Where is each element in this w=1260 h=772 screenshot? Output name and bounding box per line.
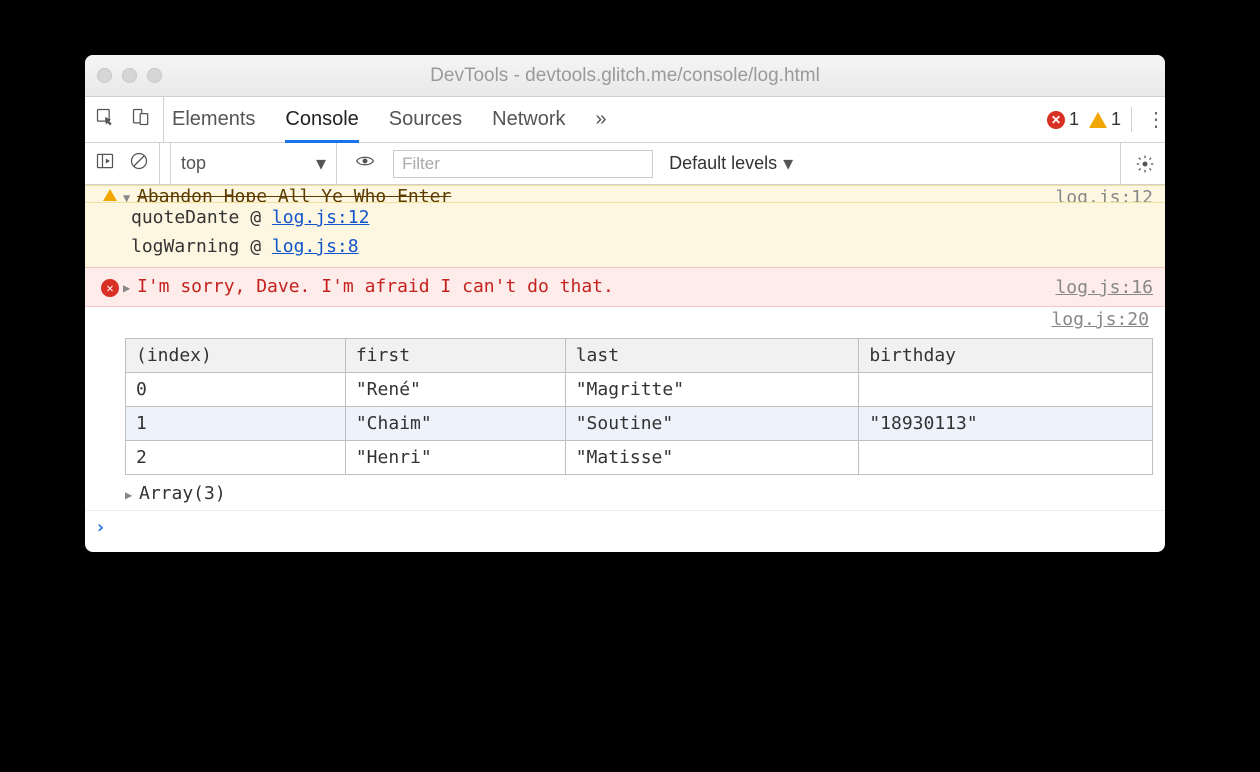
log-levels-label: Default levels <box>669 153 777 174</box>
stack-link[interactable]: log.js:8 <box>272 236 359 257</box>
table-row[interactable]: 2 "Henri" "Matisse" <box>126 441 1153 475</box>
table-header-row: (index) first last birthday <box>126 339 1153 373</box>
source-link[interactable]: log.js:16 <box>1055 276 1153 298</box>
console-toolbar: top ▾ Default levels ▾ <box>85 143 1165 185</box>
warning-icon <box>103 189 117 201</box>
disclosure-triangle-icon[interactable]: ▶ <box>123 281 137 295</box>
error-count-value: 1 <box>1069 109 1079 130</box>
stack-link[interactable]: log.js:12 <box>272 207 370 228</box>
zoom-window-button[interactable] <box>147 68 162 83</box>
execution-context-selector[interactable]: top ▾ <box>170 143 337 184</box>
tab-elements[interactable]: Elements <box>172 97 255 142</box>
log-levels-selector[interactable]: Default levels ▾ <box>669 151 793 176</box>
panel-tabs: Elements Console Sources Network » <box>172 97 607 142</box>
table-header-index[interactable]: (index) <box>126 339 346 373</box>
source-link[interactable]: log.js:20 <box>1051 309 1149 330</box>
window-title: DevTools - devtools.glitch.me/console/lo… <box>85 65 1165 87</box>
warning-icon <box>1089 112 1107 128</box>
disclosure-triangle-icon[interactable]: ▼ <box>123 191 137 203</box>
console-table: (index) first last birthday 0 "René" "Ma… <box>85 332 1165 479</box>
table-source-row: log.js:20 <box>85 307 1165 332</box>
console-warning-row[interactable]: ▼Abandon Hope All Ye Who Enter log.js:12 <box>85 185 1165 203</box>
console-messages: ▼Abandon Hope All Ye Who Enter log.js:12… <box>85 185 1165 552</box>
stack-frame: logWarning @ log.js:8 <box>131 232 1165 261</box>
console-settings-icon[interactable] <box>1120 143 1155 184</box>
stack-frame: quoteDante @ log.js:12 <box>131 203 1165 232</box>
context-label: top <box>181 153 206 174</box>
table-header-first[interactable]: first <box>345 339 565 373</box>
error-icon: ✕ <box>101 279 119 297</box>
warning-stack-trace: quoteDante @ log.js:12 logWarning @ log.… <box>85 203 1165 267</box>
table-row[interactable]: 1 "Chaim" "Soutine" "18930113" <box>126 407 1153 441</box>
live-expression-icon[interactable] <box>347 151 383 176</box>
array-summary[interactable]: ▶Array(3) <box>85 479 1165 510</box>
tab-sources[interactable]: Sources <box>389 97 462 142</box>
tab-console[interactable]: Console <box>285 97 358 142</box>
error-count[interactable]: ✕ 1 <box>1047 109 1079 130</box>
console-prompt[interactable]: › <box>85 510 1165 552</box>
toggle-sidebar-icon[interactable] <box>95 151 115 176</box>
warning-count[interactable]: 1 <box>1089 109 1121 130</box>
table-row[interactable]: 0 "René" "Magritte" <box>126 373 1153 407</box>
table-header-birthday[interactable]: birthday <box>859 339 1153 373</box>
device-toolbar-icon[interactable] <box>131 107 151 132</box>
tabs-overflow-button[interactable]: » <box>596 97 607 142</box>
inspect-element-icon[interactable] <box>95 107 115 132</box>
devtools-window: DevTools - devtools.glitch.me/console/lo… <box>85 55 1165 552</box>
window-titlebar: DevTools - devtools.glitch.me/console/lo… <box>85 55 1165 97</box>
more-options-button[interactable]: ⋮ <box>1131 107 1155 132</box>
console-error-row[interactable]: ✕ ▶I'm sorry, Dave. I'm afraid I can't d… <box>85 267 1165 307</box>
filter-input[interactable] <box>393 150 653 178</box>
close-window-button[interactable] <box>97 68 112 83</box>
warning-text: Abandon Hope All Ye Who Enter <box>137 186 451 203</box>
table-header-last[interactable]: last <box>565 339 859 373</box>
error-text: I'm sorry, Dave. I'm afraid I can't do t… <box>137 276 614 297</box>
disclosure-triangle-icon[interactable]: ▶ <box>125 488 139 502</box>
clear-console-icon[interactable] <box>129 151 149 176</box>
source-link[interactable]: log.js:12 <box>1055 186 1153 203</box>
chevron-down-icon: ▾ <box>316 151 326 176</box>
warning-count-value: 1 <box>1111 109 1121 130</box>
prompt-caret-icon: › <box>95 517 106 538</box>
error-icon: ✕ <box>1047 111 1065 129</box>
tab-network[interactable]: Network <box>492 97 565 142</box>
data-table: (index) first last birthday 0 "René" "Ma… <box>125 338 1153 475</box>
window-controls <box>97 68 162 83</box>
devtools-tabbar: Elements Console Sources Network » ✕ 1 1… <box>85 97 1165 143</box>
minimize-window-button[interactable] <box>122 68 137 83</box>
chevron-down-icon: ▾ <box>783 151 793 176</box>
